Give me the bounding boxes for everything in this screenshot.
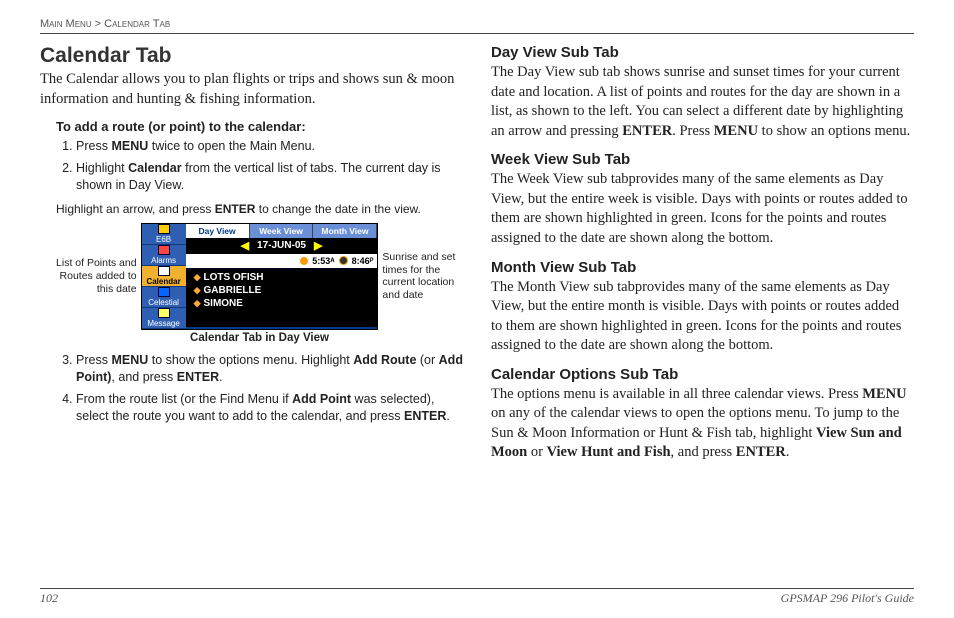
task-heading: To add a route (or point) to the calenda… bbox=[56, 119, 463, 134]
device-tabs: Day View Week View Month View bbox=[186, 224, 378, 238]
nav-message: Message bbox=[142, 308, 186, 329]
device-screenshot: E6B Alarms Calendar Celestial Message Da… bbox=[141, 223, 379, 330]
sunrise-icon bbox=[300, 257, 308, 265]
sunrise-time: 5:53ᴬ bbox=[312, 256, 334, 266]
device-nav: E6B Alarms Calendar Celestial Message bbox=[142, 224, 186, 329]
tab-month: Month View bbox=[313, 224, 377, 238]
callout-left: List of Points and Routes added to this … bbox=[56, 257, 137, 295]
heading-options: Calendar Options Sub Tab bbox=[491, 366, 914, 383]
sunset-icon bbox=[339, 256, 348, 265]
key-calendar: Calendar bbox=[128, 161, 182, 175]
nav-alarms: Alarms bbox=[142, 245, 186, 266]
heading-month: Month View Sub Tab bbox=[491, 259, 914, 276]
key-enter: ENTER bbox=[215, 202, 256, 216]
crumb-main: Main Menu bbox=[40, 18, 92, 30]
callout-right: Sunrise and set times for the current lo… bbox=[382, 251, 463, 301]
page-footer: 102 GPSMAP 296 Pilot's Guide bbox=[40, 588, 914, 606]
list-item: SIMONE bbox=[190, 297, 374, 310]
page-number: 102 bbox=[40, 591, 58, 606]
tab-week: Week View bbox=[250, 224, 314, 238]
intro-text: The Calendar allows you to plan flights … bbox=[40, 70, 463, 109]
heading-day: Day View Sub Tab bbox=[491, 44, 914, 61]
prev-arrow-icon: ◀ bbox=[241, 239, 249, 252]
hint-text: Highlight an arrow, and press ENTER to c… bbox=[56, 201, 463, 217]
next-arrow-icon: ▶ bbox=[314, 239, 322, 252]
device-route-list: LOTS OFISH GABRIELLE SIMONE bbox=[186, 269, 378, 327]
key-menu: MENU bbox=[111, 139, 148, 153]
step-3: Press MENU to show the options menu. Hig… bbox=[76, 352, 463, 387]
para-week: The Week View sub tabprovides many of th… bbox=[491, 170, 914, 248]
breadcrumb: Main Menu > Calendar Tab bbox=[40, 18, 914, 34]
sunset-time: 8:46ᴾ bbox=[352, 256, 374, 266]
nav-e6b: E6B bbox=[142, 224, 186, 245]
device-date-bar: ◀ 17-JUN-05 ▶ bbox=[186, 238, 378, 254]
heading-week: Week View Sub Tab bbox=[491, 151, 914, 168]
page-title: Calendar Tab bbox=[40, 44, 463, 68]
para-options: The options menu is available in all thr… bbox=[491, 385, 914, 463]
list-item: GABRIELLE bbox=[190, 284, 374, 297]
figure-caption: Calendar Tab in Day View bbox=[56, 332, 463, 344]
tab-day: Day View bbox=[186, 224, 250, 238]
para-month: The Month View sub tabprovides many of t… bbox=[491, 278, 914, 356]
guide-title: GPSMAP 296 Pilot's Guide bbox=[781, 591, 914, 606]
device-date: 17-JUN-05 bbox=[257, 240, 306, 251]
device-sun-row: 5:53ᴬ 8:46ᴾ bbox=[186, 254, 378, 269]
step-4: From the route list (or the Find Menu if… bbox=[76, 391, 463, 426]
nav-celestial: Celestial bbox=[142, 287, 186, 308]
step-2: Highlight Calendar from the vertical lis… bbox=[76, 160, 463, 195]
nav-calendar: Calendar bbox=[142, 266, 186, 287]
para-day: The Day View sub tab shows sunrise and s… bbox=[491, 63, 914, 141]
crumb-page: Calendar Tab bbox=[104, 18, 170, 30]
figure-group: List of Points and Routes added to this … bbox=[56, 223, 463, 330]
list-item: LOTS OFISH bbox=[190, 271, 374, 284]
step-1: Press MENU twice to open the Main Menu. bbox=[76, 138, 463, 156]
